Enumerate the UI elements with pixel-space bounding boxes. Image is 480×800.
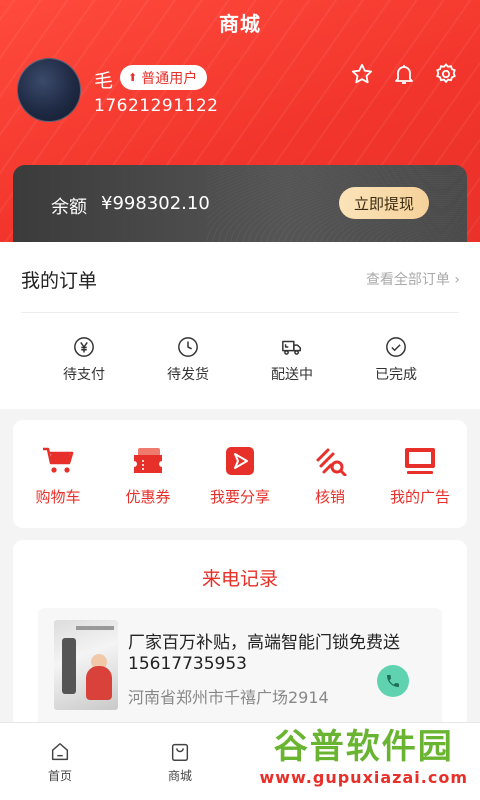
tab-label: 商城 bbox=[167, 769, 192, 783]
order-status-label: 已完成 bbox=[375, 367, 417, 383]
tab-mall[interactable]: 商城 bbox=[150, 741, 210, 784]
user-header: 商城 毛 ⬆ 普通用户 17621291122 余额 ¥998302.10 立即… bbox=[0, 0, 480, 262]
avatar[interactable] bbox=[17, 58, 81, 122]
phone-icon bbox=[387, 675, 399, 687]
call-record-item[interactable]: 厂家百万补贴，高端智能门锁免费送 15617735953 河南省郑州市千禧广场2… bbox=[38, 608, 442, 738]
verify-icon bbox=[316, 448, 347, 476]
watermark-url: www.gupuxiazai.com bbox=[259, 768, 468, 787]
order-status-completed[interactable]: 已完成 bbox=[356, 336, 436, 384]
tool-label: 我要分享 bbox=[209, 488, 270, 506]
balance-card: 余额 ¥998302.10 立即提现 bbox=[13, 165, 467, 245]
arrow-up-icon: ⬆ bbox=[128, 71, 138, 84]
call-button[interactable] bbox=[377, 665, 409, 697]
order-status-label: 配送中 bbox=[271, 367, 313, 383]
tool-label: 我的广告 bbox=[389, 488, 450, 506]
tab-label: 首页 bbox=[47, 769, 72, 783]
tool-cart[interactable]: 购物车 bbox=[17, 446, 99, 507]
call-records-title: 来电记录 bbox=[201, 568, 278, 590]
call-phone: 15617735953 bbox=[128, 654, 247, 674]
share-icon bbox=[226, 447, 254, 475]
truck-icon bbox=[282, 340, 301, 355]
tool-my-ads[interactable]: 我的广告 bbox=[379, 446, 461, 507]
divider bbox=[21, 312, 459, 313]
balance-label: 余额 bbox=[51, 197, 87, 218]
tool-label: 优惠券 bbox=[125, 488, 171, 506]
tool-verify[interactable]: 核销 bbox=[289, 446, 371, 507]
user-level-badge: ⬆ 普通用户 bbox=[120, 65, 208, 90]
check-circle-icon bbox=[386, 337, 406, 357]
my-orders-section: 我的订单 查看全部订单 › 待支付 待发货 配送中 已完成 bbox=[0, 242, 480, 409]
withdraw-button[interactable]: 立即提现 bbox=[339, 187, 429, 219]
page-title: 商城 bbox=[219, 12, 261, 36]
orders-title: 我的订单 bbox=[21, 270, 98, 292]
tool-label: 购物车 bbox=[35, 488, 81, 506]
balance-value: ¥998302.10 bbox=[101, 193, 210, 214]
cart-icon bbox=[43, 447, 74, 473]
view-all-orders-link[interactable]: 查看全部订单 › bbox=[366, 269, 460, 289]
tool-label: 核销 bbox=[314, 488, 345, 506]
header-actions bbox=[350, 62, 458, 86]
order-status-label: 待发货 bbox=[167, 367, 209, 383]
call-records-section: 来电记录 厂家百万补贴，高端智能门锁免费送 15617735953 河南省郑州市… bbox=[13, 540, 467, 740]
ad-monitor-icon bbox=[405, 448, 435, 474]
ad-thumbnail bbox=[54, 620, 118, 710]
home-icon bbox=[51, 743, 69, 761]
coupon-icon bbox=[134, 448, 162, 473]
tab-home[interactable]: 首页 bbox=[30, 741, 90, 784]
clock-icon bbox=[178, 337, 198, 357]
tool-coupon[interactable]: 优惠券 bbox=[107, 446, 189, 507]
gear-icon[interactable] bbox=[434, 62, 458, 86]
user-phone: 17621291122 bbox=[94, 96, 219, 116]
tools-panel: 购物车 优惠券 我要分享 核销 我的广告 bbox=[13, 420, 467, 528]
call-headline: 厂家百万补贴，高端智能门锁免费送 bbox=[128, 633, 400, 653]
order-status-delivering[interactable]: 配送中 bbox=[252, 336, 332, 384]
star-icon[interactable] bbox=[350, 62, 374, 86]
yen-icon bbox=[74, 337, 94, 357]
order-status-label: 待支付 bbox=[63, 367, 105, 383]
order-status-pending-payment[interactable]: 待支付 bbox=[44, 336, 124, 384]
tool-share[interactable]: 我要分享 bbox=[199, 446, 281, 507]
order-status-awaiting-shipment[interactable]: 待发货 bbox=[148, 336, 228, 384]
call-address: 河南省郑州市千禧广场2914 bbox=[128, 688, 329, 707]
watermark: 谷普软件园 www.gupuxiazai.com bbox=[259, 728, 468, 787]
shopping-bag-icon bbox=[171, 743, 189, 761]
bell-icon[interactable] bbox=[392, 62, 416, 86]
user-level-label: 普通用户 bbox=[141, 70, 198, 87]
username: 毛 bbox=[94, 70, 114, 92]
watermark-text: 谷普软件园 bbox=[273, 727, 454, 767]
